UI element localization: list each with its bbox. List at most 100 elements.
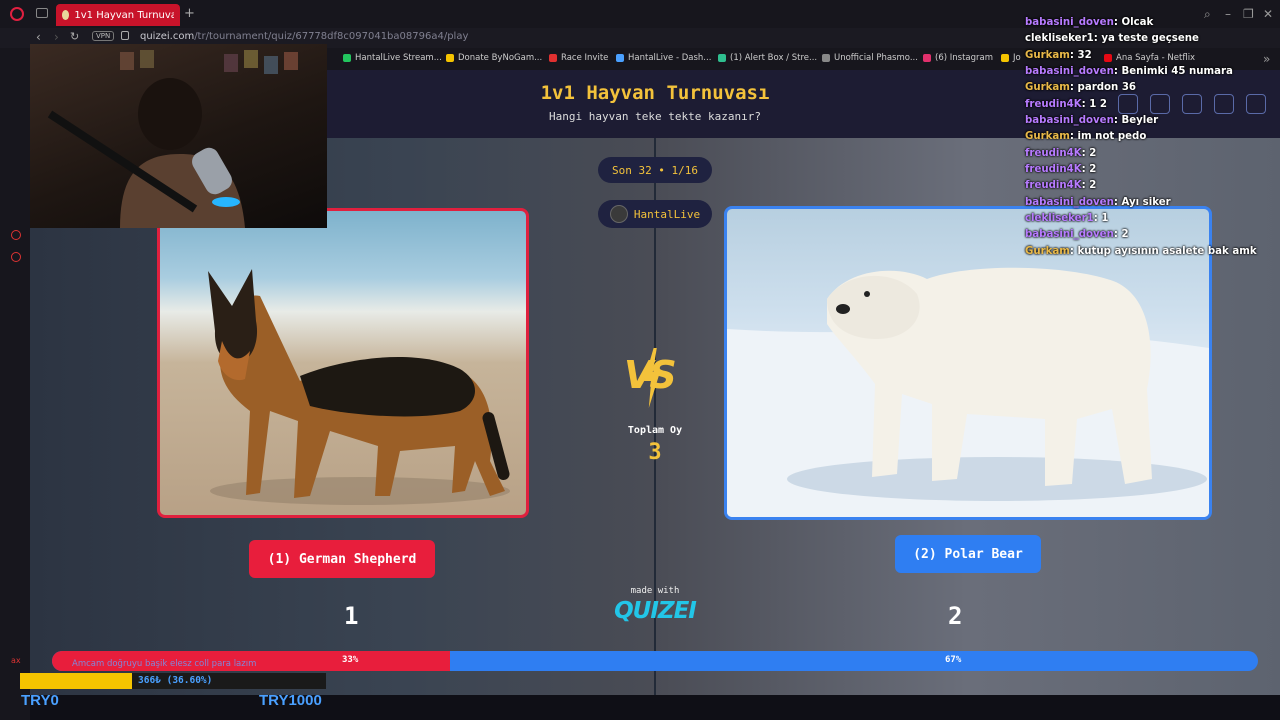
bookmark-icon bbox=[1001, 54, 1009, 62]
chat-message: Gurkam: kutup ayısının asalete bak amk bbox=[1025, 245, 1257, 257]
bookmark-item[interactable]: Donate ByNoGam... bbox=[446, 53, 542, 63]
bookmark-icon bbox=[923, 54, 931, 62]
chat-text: 2 bbox=[1089, 147, 1097, 159]
sidebar-pinboard-icon[interactable] bbox=[11, 230, 21, 240]
chat-message: freudin4K: 2 bbox=[1025, 147, 1097, 159]
bookmark-item[interactable]: Unofficial Phasmo... bbox=[822, 53, 918, 63]
chat-message: clekliseker1: ya teste geçsene bbox=[1025, 33, 1199, 45]
donation-goal-text: 366₺ (36.60%) bbox=[138, 675, 213, 686]
browser-tab-active[interactable]: 1v1 Hayvan Turnuvası - Tie bbox=[56, 4, 180, 26]
screen: 1v1 Hayvan Turnuvası - Tie + ⌕ – ❐ ✕ ‹ ›… bbox=[0, 0, 1280, 720]
chat-text: 2 bbox=[1089, 164, 1097, 176]
german-shepherd-illustration bbox=[208, 269, 510, 505]
chat-text: Beyler bbox=[1121, 115, 1159, 127]
donation-goal-bar: 366₺ (36.60%) bbox=[20, 673, 326, 689]
bookmark-label: (6) Instagram bbox=[935, 53, 993, 63]
chat-message: freudin4K: 2 bbox=[1025, 180, 1097, 192]
bookmark-label: Unofficial Phasmo... bbox=[834, 53, 918, 63]
tab-overview-icon[interactable] bbox=[36, 8, 48, 18]
chat-message: babasini_doven: 2 bbox=[1025, 229, 1129, 241]
left-vote-count: 1 bbox=[344, 602, 359, 630]
chat-user: freudin4K bbox=[1025, 164, 1082, 176]
option-left-image[interactable] bbox=[157, 208, 529, 518]
chat-user: Gurkam bbox=[1025, 49, 1070, 61]
total-votes-label: Toplam Oy bbox=[627, 425, 683, 436]
bookmark-label: HantalLive - Dash... bbox=[628, 53, 712, 63]
chat-user: Gurkam bbox=[1025, 82, 1070, 94]
bookmark-item[interactable]: HantalLive - Dash... bbox=[616, 53, 711, 63]
goal-min-label: TRY0 bbox=[21, 692, 59, 709]
made-with-label: made with bbox=[630, 586, 680, 596]
bookmark-item[interactable]: Race Invite bbox=[549, 53, 608, 63]
browser-sidebar bbox=[0, 70, 30, 720]
chat-text: 1 2 bbox=[1089, 98, 1107, 110]
chat-message: babasini_doven: Olcak bbox=[1025, 17, 1154, 28]
chat-text: 2 bbox=[1089, 180, 1097, 192]
bookmark-icon bbox=[446, 54, 454, 62]
lock-icon[interactable] bbox=[121, 31, 129, 40]
tab-title: 1v1 Hayvan Turnuvası - Tie bbox=[74, 9, 174, 21]
chat-user: freudin4K bbox=[1025, 180, 1082, 192]
chat-message: Gurkam: im not pedo bbox=[1025, 131, 1147, 143]
chat-message: babasini_doven: Beyler bbox=[1025, 115, 1159, 127]
goal-max-label: TRY1000 bbox=[259, 692, 322, 709]
url-field[interactable]: quizei.com/tr/tournament/quiz/67778df8c0… bbox=[140, 31, 468, 42]
chat-text: Benimki 45 numara bbox=[1121, 66, 1233, 78]
bookmark-icon bbox=[343, 54, 351, 62]
chat-text: 1 bbox=[1101, 213, 1109, 225]
bookmark-item[interactable]: (6) Instagram bbox=[923, 53, 993, 63]
chat-user: babasini_doven bbox=[1025, 229, 1114, 241]
chat-message: freudin4K: 1 2 bbox=[1025, 98, 1107, 110]
chat-user: babasini_doven bbox=[1025, 66, 1114, 78]
donation-goal-fill bbox=[20, 673, 132, 689]
bookmark-label: (1) Alert Box / Stre... bbox=[730, 53, 818, 63]
bookmark-item[interactable]: HantalLive Stream... bbox=[343, 53, 442, 63]
host-name: HantalLive bbox=[633, 207, 701, 221]
chat-user: freudin4K bbox=[1025, 147, 1082, 159]
chat-message: freudin4K: 2 bbox=[1025, 164, 1097, 176]
chat-user: clekliseker1 bbox=[1025, 33, 1094, 45]
vpn-badge[interactable]: VPN bbox=[92, 31, 115, 41]
total-votes-value: 3 bbox=[648, 440, 662, 465]
new-tab-icon[interactable]: + bbox=[184, 6, 195, 21]
opera-logo-icon[interactable] bbox=[10, 7, 24, 21]
round-badge: Son 32 • 1/16 bbox=[598, 157, 712, 183]
forward-icon[interactable]: › bbox=[54, 30, 59, 44]
quizei-logo[interactable]: QUIZEI bbox=[605, 598, 705, 624]
left-percent: 33% bbox=[342, 655, 359, 665]
bookmark-icon bbox=[718, 54, 726, 62]
chat-user: babasini_doven bbox=[1025, 17, 1114, 28]
chat-user: babasini_doven bbox=[1025, 196, 1114, 208]
url-host: quizei.com bbox=[140, 31, 195, 42]
chat-user: Gurkam bbox=[1025, 131, 1070, 143]
webcam-overlay bbox=[30, 44, 327, 228]
chat-text: Olcak bbox=[1121, 17, 1154, 28]
chat-user: clekliseker1 bbox=[1025, 213, 1094, 225]
chat-user: Gurkam bbox=[1025, 245, 1070, 257]
bookmark-label: HantalLive Stream... bbox=[355, 53, 442, 63]
vote-left-button[interactable]: (1) German Shepherd bbox=[249, 540, 435, 578]
chat-text: 2 bbox=[1121, 229, 1129, 241]
sidebar-settings-icon[interactable] bbox=[11, 252, 21, 262]
vote-right-button[interactable]: (2) Polar Bear bbox=[895, 535, 1041, 573]
bookmark-label: Donate ByNoGam... bbox=[458, 53, 543, 63]
host-badge: HantalLive bbox=[598, 200, 712, 228]
chat-message: Gurkam: 32 bbox=[1025, 49, 1092, 61]
donation-marquee: Amcam doğruyu başik elesz coll para lazı… bbox=[72, 659, 257, 669]
chat-user: babasini_doven bbox=[1025, 115, 1114, 127]
chat-message: Gurkam: pardon 36 bbox=[1025, 82, 1136, 94]
bookmark-item[interactable]: Jo bbox=[1001, 53, 1021, 63]
url-path: /tr/tournament/quiz/67778df8c097041ba087… bbox=[194, 31, 469, 42]
right-vote-count: 2 bbox=[948, 602, 963, 630]
chat-text: pardon 36 bbox=[1077, 82, 1136, 94]
reload-icon[interactable]: ↻ bbox=[70, 30, 79, 43]
chat-message: clekliseker1: 1 bbox=[1025, 213, 1109, 225]
bookmark-label: Race Invite bbox=[561, 53, 609, 63]
stream-chat: babasini_doven: Olcak clekliseker1: ya t… bbox=[1025, 17, 1275, 262]
avatar bbox=[609, 205, 628, 223]
back-icon[interactable]: ‹ bbox=[36, 30, 41, 44]
tab-favicon-icon bbox=[62, 10, 70, 20]
bookmark-item[interactable]: (1) Alert Box / Stre... bbox=[718, 53, 817, 63]
chat-text: 32 bbox=[1077, 49, 1092, 61]
right-percent: 67% bbox=[945, 655, 962, 665]
